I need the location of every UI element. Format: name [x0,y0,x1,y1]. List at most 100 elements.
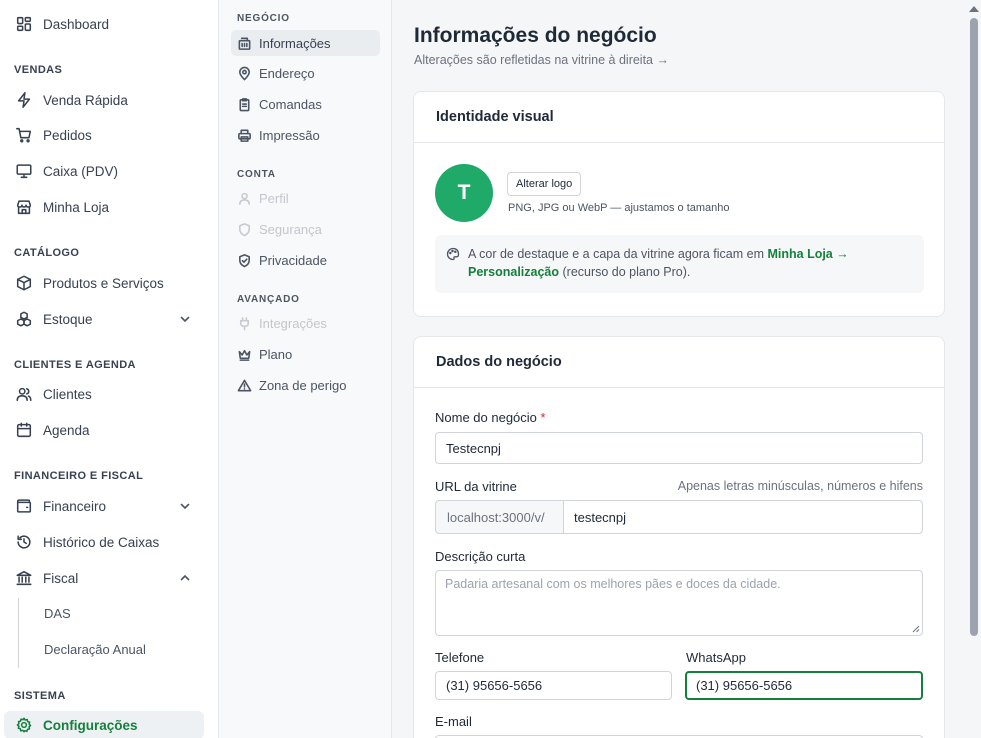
identity-card-title: Identidade visual [414,92,944,143]
subnav-item-impressao[interactable]: Impressão [231,122,380,148]
map-pin-icon [236,65,252,81]
subnav-item-plano[interactable]: Plano [231,341,380,367]
palette-icon [446,247,460,261]
sidebar-item-estoque[interactable]: Estoque [4,305,204,333]
plug-icon [236,315,252,331]
boxes-icon [14,309,34,329]
logo-hint: PNG, JPG ou WebP — ajustamos o tamanho [508,202,730,214]
gear-icon [14,715,34,735]
minha-loja-link[interactable]: Minha Loja → [767,247,848,261]
resize-handle-icon[interactable] [912,625,920,633]
sidebar-subitem-das[interactable]: DAS [44,606,71,621]
sidebar-item-dashboard[interactable]: Dashboard [4,10,204,38]
subnav-item-label: Zona de perigo [259,377,347,393]
description-label: Descrição curta [435,549,526,564]
bank-icon [14,568,34,588]
sidebar-item-label: Agenda [43,422,90,438]
page-subtitle: Alterações são refletidas na vitrine à d… [414,53,669,67]
calendar-icon [14,420,34,440]
section-label-sistema: SISTEMA [14,690,66,702]
sidebar-item-configuracoes[interactable]: Configurações [4,711,204,738]
sidebar-item-produtos[interactable]: Produtos e Serviços [4,269,204,297]
sidebar-item-pedidos[interactable]: Pedidos [4,121,204,149]
sidebar: Dashboard VENDAS Venda Rápida Pedidos Ca… [0,0,219,738]
box-icon [14,273,34,293]
url-label: URL da vitrine [435,479,517,494]
subnav-item-label: Endereço [259,65,315,81]
subnav-item-perfil: Perfil [231,185,380,211]
page-title: Informações do negócio [414,24,657,47]
info-text: A cor de destaque e a capa da vitrine ag… [468,245,908,281]
sidebar-item-caixa[interactable]: Caixa (PDV) [4,157,204,185]
subnav-section-negocio: NEGÓCIO [237,13,290,24]
personalizacao-link[interactable]: Personalização [468,265,559,279]
chevron-up-icon [180,574,190,581]
building-icon [236,35,252,51]
lightning-icon [14,90,34,110]
subnav-item-integracoes: Integrações [231,310,380,336]
subnav-section-avancado: AVANÇADO [237,294,300,305]
shield-check-icon [236,252,252,268]
sidebar-item-label: Clientes [43,386,92,402]
scrollbar-thumb[interactable] [970,18,978,636]
subnav-item-informacoes[interactable]: Informações [231,30,380,56]
info-box: A cor de destaque e a capa da vitrine ag… [435,235,924,293]
cart-icon [14,125,34,145]
subnav-item-label: Integrações [259,315,327,331]
sidebar-item-venda-rapida[interactable]: Venda Rápida [4,86,204,114]
sidebar-item-minha-loja[interactable]: Minha Loja [4,193,204,221]
info-text-part: (recurso do plano Pro). [559,265,691,279]
business-card-title: Dados do negócio [414,337,944,388]
subnav-item-comandas[interactable]: Comandas [231,91,380,117]
label-text: Nome do negócio [435,410,537,425]
dashboard-icon [14,14,34,34]
url-slug-input[interactable]: testecnpj [563,500,923,534]
printer-icon [236,127,252,143]
shield-icon [236,221,252,237]
subnav-item-label: Segurança [259,221,322,237]
email-label: E-mail [435,714,472,729]
sidebar-item-agenda[interactable]: Agenda [4,416,204,444]
description-placeholder: Padaria artesanal com os melhores pães e… [445,577,781,591]
section-label-clientes: CLIENTES E AGENDA [14,359,136,371]
subnav-item-endereco[interactable]: Endereço [231,60,380,86]
description-textarea[interactable]: Padaria artesanal com os melhores pães e… [435,570,923,636]
phone-input[interactable]: (31) 95656-5656 [435,671,672,700]
sidebar-item-historico-caixas[interactable]: Histórico de Caixas [4,528,204,556]
subnav-item-zona-perigo[interactable]: Zona de perigo [231,372,380,398]
sidebar-item-label: Estoque [43,311,93,327]
whatsapp-label: WhatsApp [686,650,746,665]
subnav-item-privacidade[interactable]: Privacidade [231,247,380,273]
whatsapp-input[interactable]: (31) 95656-5656 [685,671,923,700]
change-logo-button[interactable]: Alterar logo [507,172,582,196]
url-hint: Apenas letras minúsculas, números e hife… [677,479,923,493]
scroll-up-arrow-icon[interactable] [969,6,979,12]
url-prefix: localhost:3000/v/ [435,500,564,534]
subnav-item-label: Privacidade [259,252,327,268]
sidebar-item-label: Financeiro [43,498,107,514]
monitor-icon [14,161,34,181]
crown-icon [236,346,252,362]
business-data-card: Dados do negócio Nome do negócio * Teste… [413,336,945,738]
subnav-section-conta: CONTA [237,169,276,180]
subnav-item-label: Impressão [259,127,320,143]
sidebar-item-fiscal[interactable]: Fiscal [4,564,204,592]
section-label-catalogo: CATÁLOGO [14,247,80,259]
phone-label: Telefone [435,650,485,665]
clipboard-icon [236,96,252,112]
sidebar-item-clientes[interactable]: Clientes [4,380,204,408]
chevron-down-icon [180,503,190,510]
sidebar-item-label: Histórico de Caixas [43,534,160,550]
business-name-input[interactable]: Testecnpj [435,432,923,464]
wallet-icon [14,496,34,516]
sidebar-item-label: Venda Rápida [43,92,128,108]
sidebar-item-label: Configurações [43,717,138,733]
sidebar-item-financeiro[interactable]: Financeiro [4,492,204,520]
users-icon [14,384,34,404]
sidebar-subitem-declaracao-anual[interactable]: Declaração Anual [44,642,146,657]
main-content: Informações do negócio Alterações são re… [392,0,966,738]
sidebar-item-label: Minha Loja [43,199,110,215]
settings-subnav: NEGÓCIO Informações Endereço Comandas Im… [219,0,392,738]
history-icon [14,532,34,552]
business-name-label: Nome do negócio * [435,410,546,425]
